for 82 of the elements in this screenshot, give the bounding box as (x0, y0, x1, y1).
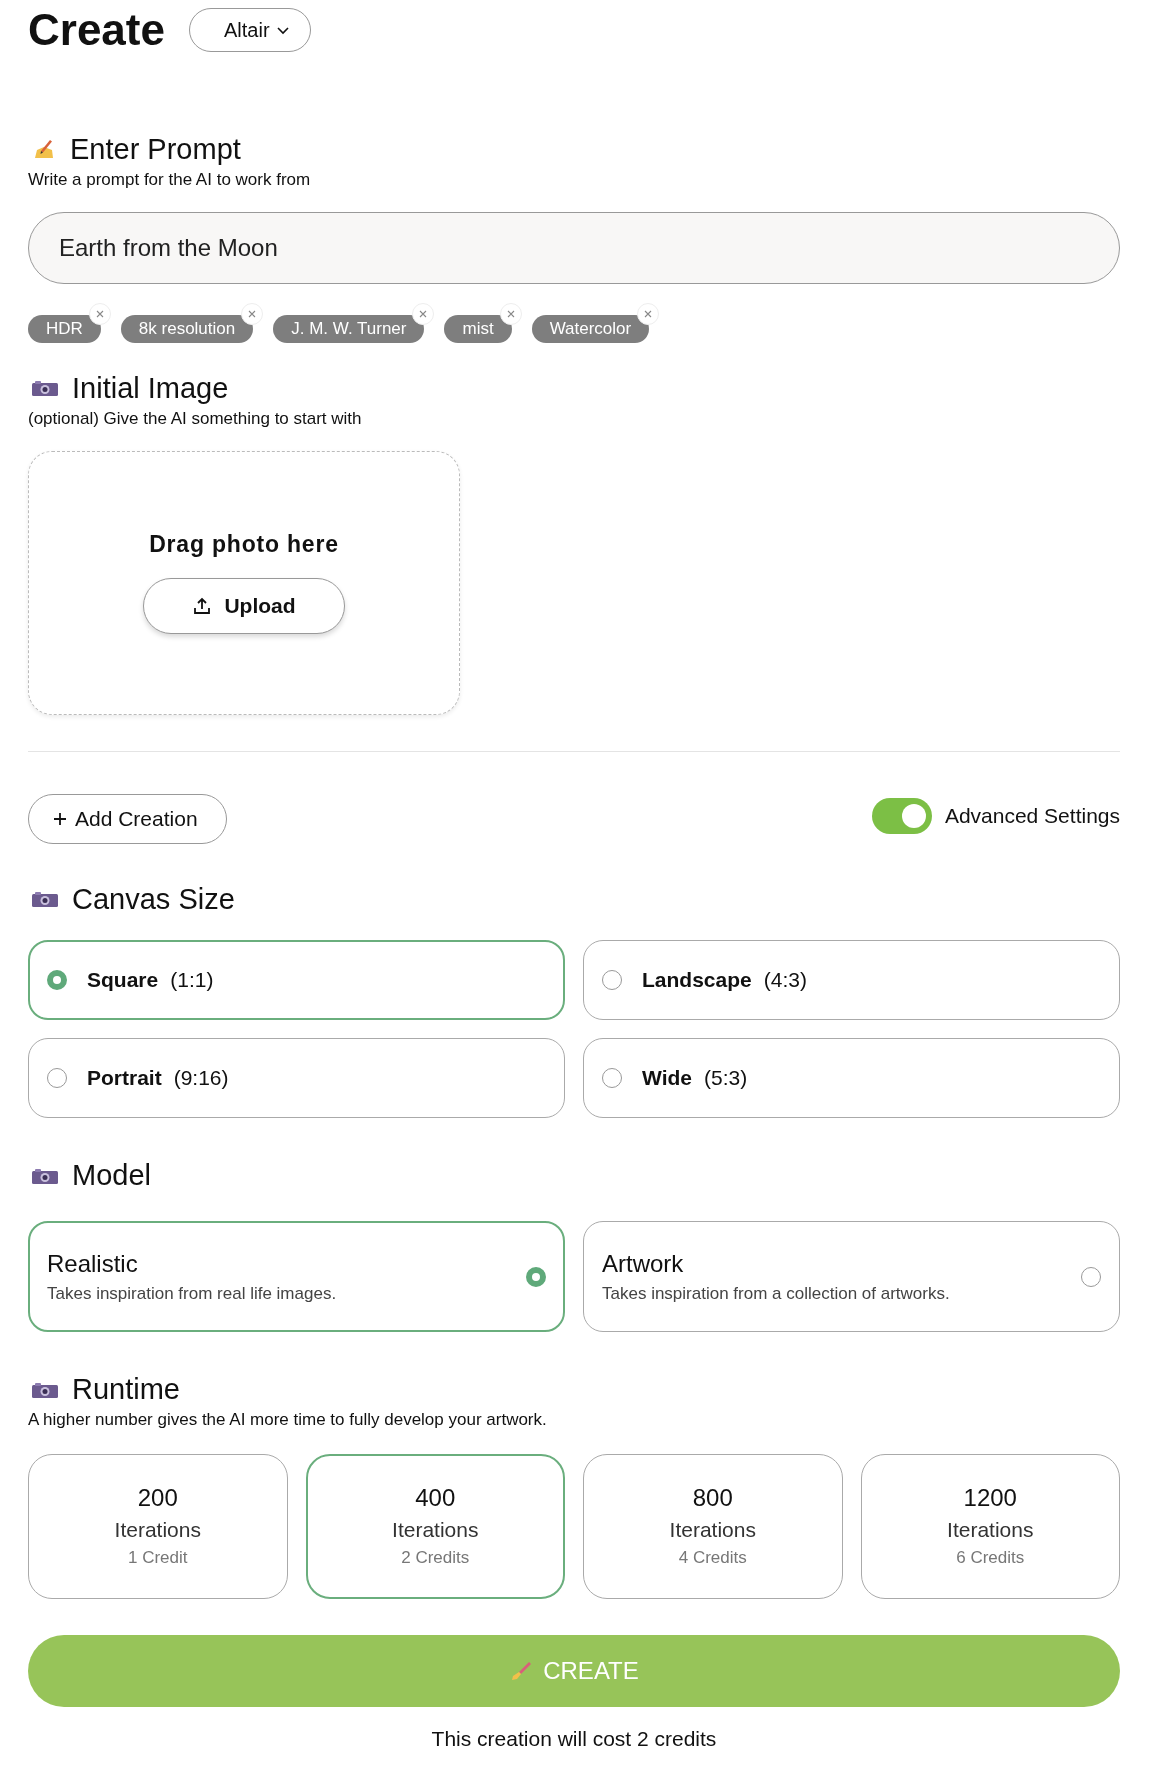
photo-dropzone[interactable]: Drag photo here Upload (28, 450, 460, 715)
runtime-option[interactable]: 200 Iterations 1 Credit (28, 1454, 288, 1599)
toggle-label: Advanced Settings (944, 803, 1120, 828)
model-option[interactable]: Artwork Takes inspiration from a collection of artworks. (583, 1221, 1120, 1333)
close-icon (248, 309, 257, 318)
credit-cost: 6 Credits (956, 1548, 1025, 1569)
close-icon (419, 309, 428, 318)
section-title: Canvas Size (72, 881, 235, 917)
radio-button (47, 1068, 67, 1089)
iteration-unit: Iterations (669, 1518, 756, 1543)
camera-icon (32, 380, 58, 397)
credit-cost: 1 Credit (128, 1548, 188, 1569)
section-subtitle: A higher number gives the AI more time to fully develop your artwork. (28, 1410, 548, 1430)
remove-tag-button[interactable] (499, 302, 522, 325)
prompt-field[interactable]: Earth from the Moon (28, 211, 1120, 284)
close-icon (644, 309, 653, 318)
radio-button (526, 1266, 546, 1287)
add-creation-button[interactable]: Add Creation (28, 793, 227, 844)
option-name: Wide (642, 1066, 692, 1091)
plus-icon (53, 811, 67, 826)
iteration-unit: Iterations (114, 1518, 201, 1543)
cost-note: This creation will cost 2 credits (430, 1727, 718, 1751)
chevron-down-icon (275, 25, 290, 35)
option-ratio: (4:3) (763, 968, 807, 993)
runtime-option[interactable]: 800 Iterations 4 Credits (583, 1454, 843, 1599)
camera-icon (32, 1381, 58, 1398)
option-ratio: (1:1) (170, 968, 214, 993)
canvas-size-option[interactable]: Portrait (9:16) (28, 1038, 565, 1119)
remove-tag-button[interactable] (88, 302, 111, 325)
option-name: Square (87, 968, 159, 993)
iteration-unit: Iterations (392, 1518, 479, 1543)
runtime-option[interactable]: 1200 Iterations 6 Credits (860, 1454, 1120, 1599)
tag-chip: Watercolor (531, 314, 650, 343)
canvas-size-option[interactable]: Landscape (4:3) (583, 940, 1120, 1021)
option-ratio: (9:16) (173, 1066, 229, 1091)
remove-tag-button[interactable] (412, 302, 435, 325)
close-icon (95, 309, 104, 318)
dropzone-label: Drag photo here (149, 531, 339, 559)
iteration-count: 1200 (963, 1484, 1017, 1513)
upload-icon (192, 596, 213, 617)
section-subtitle: (optional) Give the AI something to start with (28, 408, 363, 429)
credit-cost: 2 Credits (401, 1548, 470, 1569)
option-name: Portrait (87, 1066, 162, 1091)
page-title: Create (28, 5, 165, 55)
iteration-count: 800 (692, 1484, 733, 1513)
tag-chip: mist (444, 314, 512, 343)
option-description: Takes inspiration from a collection of artworks. (602, 1283, 950, 1304)
radio-button (602, 1068, 622, 1089)
section-subtitle: Write a prompt for the AI to work from (28, 169, 312, 190)
canvas-size-option[interactable]: Wide (5:3) (583, 1038, 1120, 1119)
model-option[interactable]: Realistic Takes inspiration from real life images. (28, 1221, 565, 1333)
radio-button (1081, 1266, 1101, 1287)
camera-icon (32, 1167, 58, 1184)
close-icon (506, 309, 515, 318)
runtime-option[interactable]: 400 Iterations 2 Credits (305, 1454, 565, 1599)
writing-hand-icon (32, 138, 56, 161)
remove-tag-button[interactable] (241, 302, 264, 325)
section-title: Initial Image (72, 370, 229, 406)
option-ratio: (5:3) (704, 1066, 748, 1091)
option-name: Artwork (602, 1249, 685, 1278)
model-dropdown[interactable]: Altair (188, 8, 311, 52)
brush-icon (509, 1659, 534, 1683)
remove-tag-button[interactable] (637, 302, 660, 325)
radio-button (602, 970, 622, 991)
toggle-switch[interactable] (871, 797, 932, 834)
iteration-count: 200 (137, 1484, 178, 1513)
option-name: Realistic (47, 1249, 139, 1278)
upload-button[interactable]: Upload (143, 578, 345, 635)
option-name: Landscape (642, 968, 752, 993)
tag-chip: J. M. W. Turner (273, 314, 425, 343)
radio-button (47, 970, 67, 991)
canvas-size-option[interactable]: Square (1:1) (28, 940, 565, 1021)
section-title: Runtime (72, 1372, 180, 1407)
tag-chip: HDR (28, 314, 101, 343)
credit-cost: 4 Credits (678, 1548, 747, 1569)
camera-icon (32, 891, 58, 907)
iteration-count: 400 (415, 1484, 456, 1513)
iteration-unit: Iterations (947, 1518, 1034, 1543)
section-title: Enter Prompt (70, 132, 241, 167)
tag-chip: 8k resolution (120, 314, 254, 343)
option-description: Takes inspiration from real life images. (47, 1283, 337, 1304)
section-title: Model (72, 1158, 151, 1194)
